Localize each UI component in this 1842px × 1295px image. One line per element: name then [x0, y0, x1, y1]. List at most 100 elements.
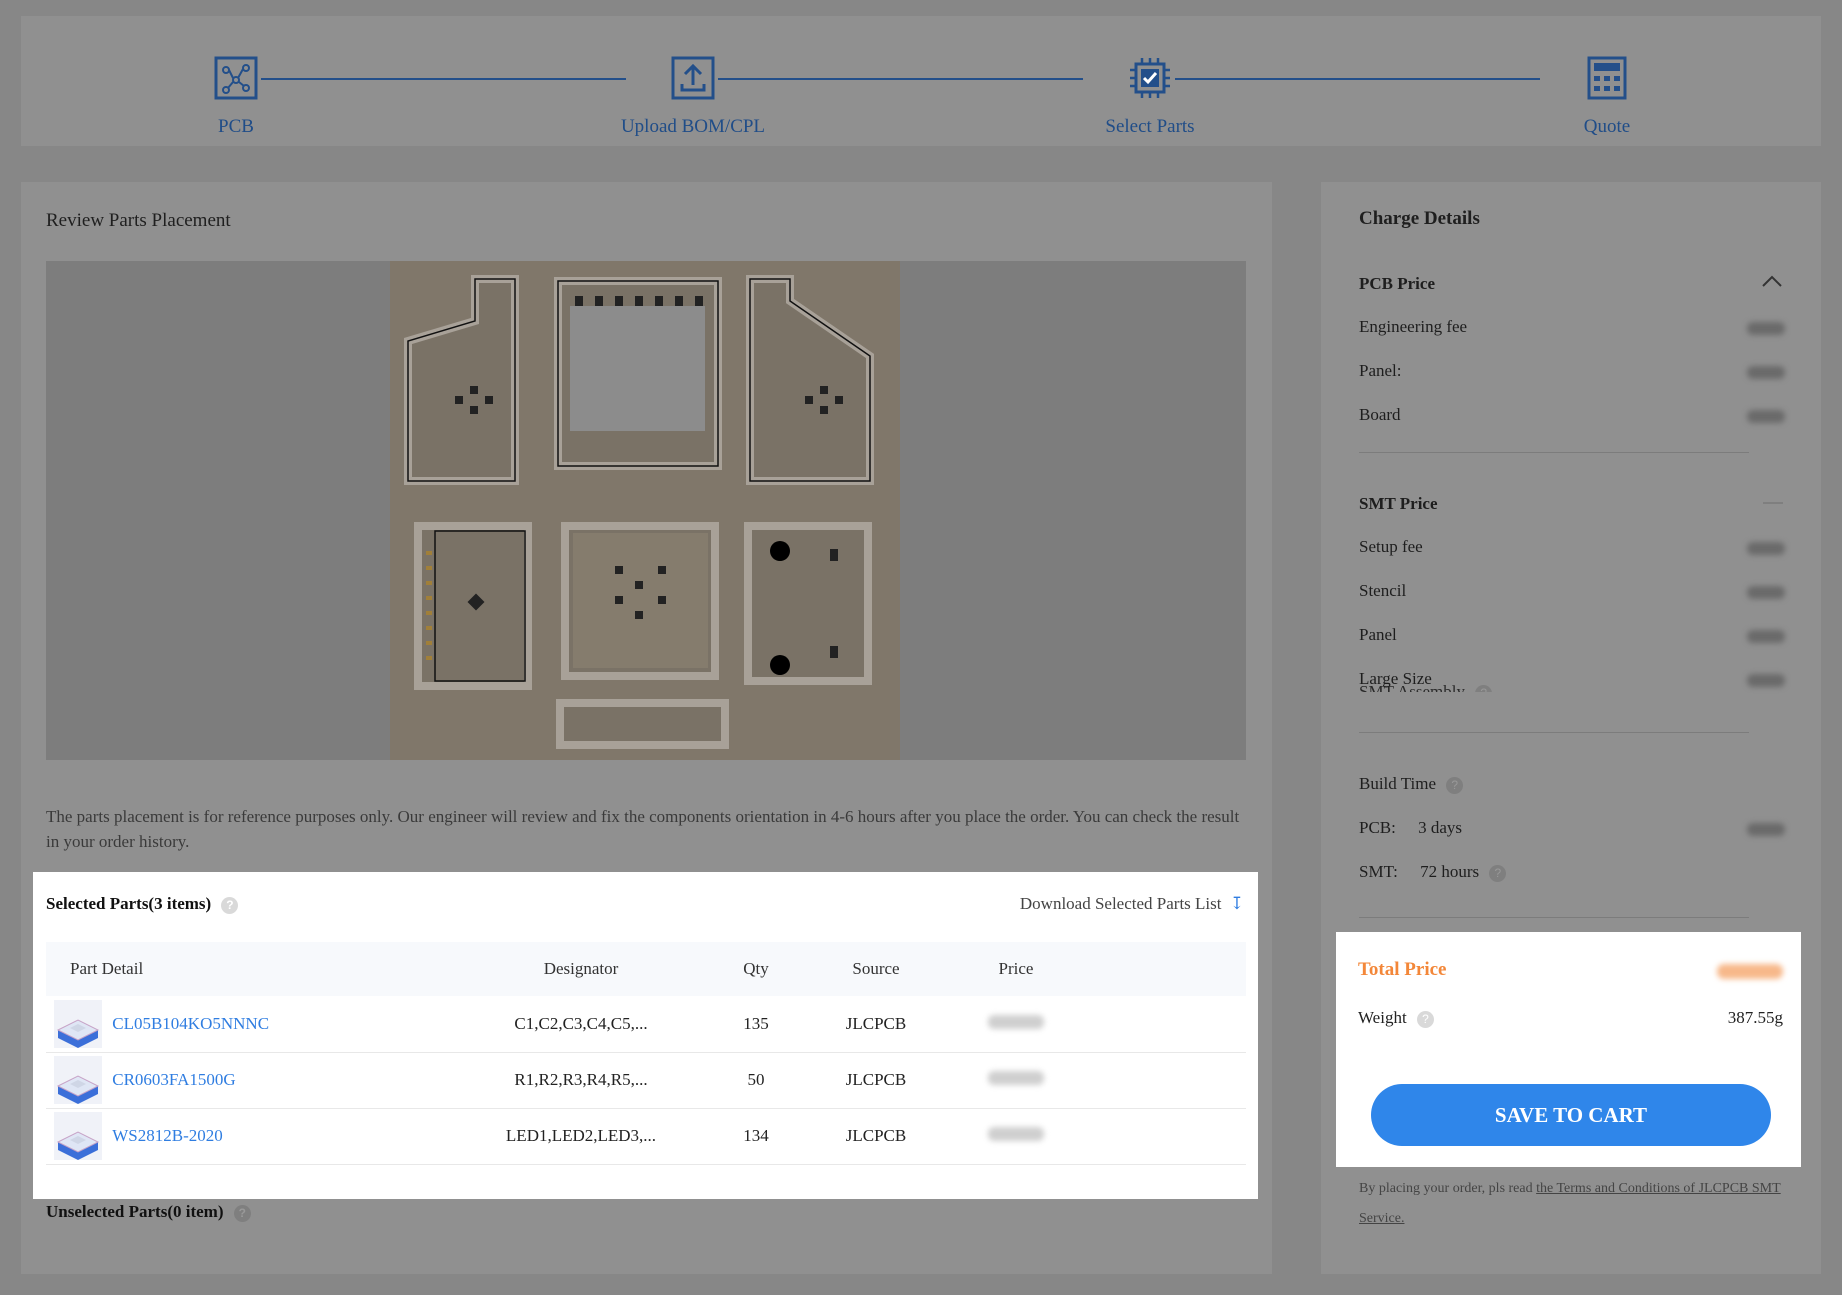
- step-quote[interactable]: Quote: [1507, 54, 1707, 138]
- selected-parts-table: Part Detail Designator Qty Source Price …: [46, 942, 1246, 1165]
- redacted-total-price: [1717, 964, 1783, 979]
- download-label: Download Selected Parts List: [1019, 894, 1222, 913]
- review-title: Review Parts Placement: [46, 210, 231, 231]
- save-to-cart-button[interactable]: SAVE TO CART: [1371, 1084, 1771, 1146]
- selected-parts-section: Selected Parts(3 items) ? Download Selec…: [33, 872, 1258, 1199]
- part-detail-cell: CR0603FA1500G: [46, 1052, 456, 1109]
- pcb-placement-viewer[interactable]: [46, 261, 1246, 760]
- pcb-time-value: 3 days: [1418, 818, 1463, 837]
- col-designator: Designator: [456, 942, 706, 996]
- source-cell: JLCPCB: [806, 1108, 946, 1165]
- table-row: CL05B104KO5NNNC C1,C2,C3,C4,C5,... 135 J…: [46, 996, 1246, 1053]
- step-upload-bom[interactable]: Upload BOM/CPL: [593, 54, 793, 138]
- chip-check-icon: [1130, 58, 1170, 98]
- download-parts-list-link[interactable]: Download Selected Parts List ↧: [1020, 894, 1244, 914]
- table-row: WS2812B-2020 LED1,LED2,LED3,... 134 JLCP…: [46, 1108, 1246, 1165]
- redacted-value: [1747, 410, 1785, 423]
- step-pcb-label: PCB: [218, 116, 254, 137]
- pcb-board-image: [390, 261, 900, 760]
- smt-panel-label: Panel: [1359, 625, 1397, 644]
- selected-parts-title: Selected Parts(3 items): [46, 894, 212, 913]
- help-icon[interactable]: ?: [221, 896, 239, 914]
- pcb-time-label: PCB:: [1359, 818, 1396, 837]
- part-thumbnail-icon[interactable]: [54, 999, 102, 1048]
- price-cell: [946, 1108, 1086, 1165]
- stencil-label: Stencil: [1359, 581, 1407, 600]
- unselected-parts-header: Unselected Parts(0 item) ?: [46, 1202, 251, 1222]
- build-time-label: Build Time ?: [1359, 774, 1464, 794]
- terms-prefix: By placing your order, pls read: [1359, 1181, 1537, 1196]
- redacted-value: [1747, 542, 1785, 555]
- engineering-fee-label: Engineering fee: [1359, 317, 1468, 336]
- source-cell: JLCPCB: [806, 996, 946, 1053]
- terms-text: By placing your order, pls read the Term…: [1359, 1174, 1789, 1234]
- unselected-parts-title: Unselected Parts(0 item): [46, 1202, 224, 1221]
- pcb-layout-drawing: [404, 275, 874, 749]
- part-number-link[interactable]: WS2812B-2020: [112, 1126, 223, 1145]
- redacted-price: [988, 1014, 1044, 1029]
- qty-cell: 135: [706, 996, 806, 1053]
- upload-icon: [671, 56, 715, 100]
- step-upload-label: Upload BOM/CPL: [620, 116, 766, 137]
- pcb-circuit-icon: [214, 56, 258, 100]
- part-number-link[interactable]: CL05B104KO5NNNC: [112, 1014, 269, 1033]
- setup-fee-label: Setup fee: [1359, 537, 1423, 556]
- table-row: CR0603FA1500G R1,R2,R3,R4,R5,... 50 JLCP…: [46, 1052, 1246, 1109]
- total-section: Total Price Weight ? 387.55g SAVE TO CAR…: [1336, 932, 1801, 1167]
- charge-details-title: Charge Details: [1359, 208, 1480, 229]
- calculator-icon: [1587, 56, 1627, 100]
- col-price: Price: [946, 942, 1086, 996]
- selected-parts-header: Selected Parts(3 items) ?: [46, 894, 239, 914]
- smt-build-time: SMT: 72 hours ?: [1359, 862, 1507, 882]
- order-steps-bar: PCB Upload BOM/CPL Select Parts Quote: [21, 16, 1821, 146]
- table-header-row: Part Detail Designator Qty Source Price: [46, 942, 1246, 996]
- weight-label: Weight ?: [1358, 1008, 1434, 1028]
- redacted-price: [988, 1071, 1044, 1085]
- placement-note: The parts placement is for reference pur…: [46, 807, 1240, 851]
- step-pcb[interactable]: PCB: [136, 54, 336, 138]
- part-detail-cell: CL05B104KO5NNNC: [46, 996, 456, 1053]
- divider: [1359, 452, 1749, 453]
- step-select-label: Select Parts: [1105, 116, 1195, 137]
- designator-cell: LED1,LED2,LED3,...: [456, 1108, 706, 1165]
- chevron-up-icon[interactable]: [1761, 274, 1783, 288]
- help-icon[interactable]: ?: [1446, 776, 1464, 794]
- part-thumbnail-icon[interactable]: [54, 1112, 102, 1160]
- help-icon[interactable]: ?: [1475, 684, 1493, 692]
- collapse-icon[interactable]: [1763, 502, 1783, 504]
- pcb-price-label: PCB Price: [1359, 274, 1435, 293]
- divider: [1359, 917, 1749, 918]
- board-label: Board: [1359, 405, 1401, 424]
- help-icon[interactable]: ?: [1416, 1010, 1434, 1028]
- large-size-label: Large Size: [1359, 669, 1432, 688]
- source-cell: JLCPCB: [806, 1052, 946, 1109]
- smt-price-label: SMT Price: [1359, 494, 1438, 513]
- step-quote-label: Quote: [1583, 116, 1631, 137]
- qty-cell: 134: [706, 1108, 806, 1165]
- price-cell: [946, 1052, 1086, 1109]
- redacted-value: [1747, 630, 1785, 643]
- col-source: Source: [806, 942, 946, 996]
- smt-time-value: 72 hours: [1420, 862, 1480, 881]
- total-price-label: Total Price: [1358, 959, 1447, 980]
- part-thumbnail-icon[interactable]: [54, 1056, 102, 1104]
- weight-value: 387.55g: [1727, 1008, 1783, 1027]
- col-spacer: [1086, 942, 1246, 996]
- divider: [1359, 732, 1749, 733]
- download-icon: ↧: [1229, 894, 1244, 913]
- smt-time-label: SMT:: [1359, 862, 1398, 881]
- build-time-text: Build Time: [1359, 774, 1437, 793]
- help-icon[interactable]: ?: [233, 1204, 251, 1222]
- pcb-build-time: PCB: 3 days: [1359, 818, 1462, 838]
- designator-cell: C1,C2,C3,C4,C5,...: [456, 996, 706, 1053]
- redacted-value: [1747, 674, 1785, 687]
- step-select-parts[interactable]: Select Parts: [1050, 54, 1250, 138]
- part-number-link[interactable]: CR0603FA1500G: [112, 1070, 235, 1089]
- redacted-value: [1747, 586, 1785, 599]
- help-icon[interactable]: ?: [1489, 864, 1507, 882]
- redacted-value: [1747, 322, 1785, 335]
- part-detail-cell: WS2812B-2020: [46, 1108, 456, 1165]
- pcb-panel-label: Panel:: [1359, 361, 1402, 380]
- designator-cell: R1,R2,R3,R4,R5,...: [456, 1052, 706, 1109]
- redacted-value: [1747, 823, 1785, 836]
